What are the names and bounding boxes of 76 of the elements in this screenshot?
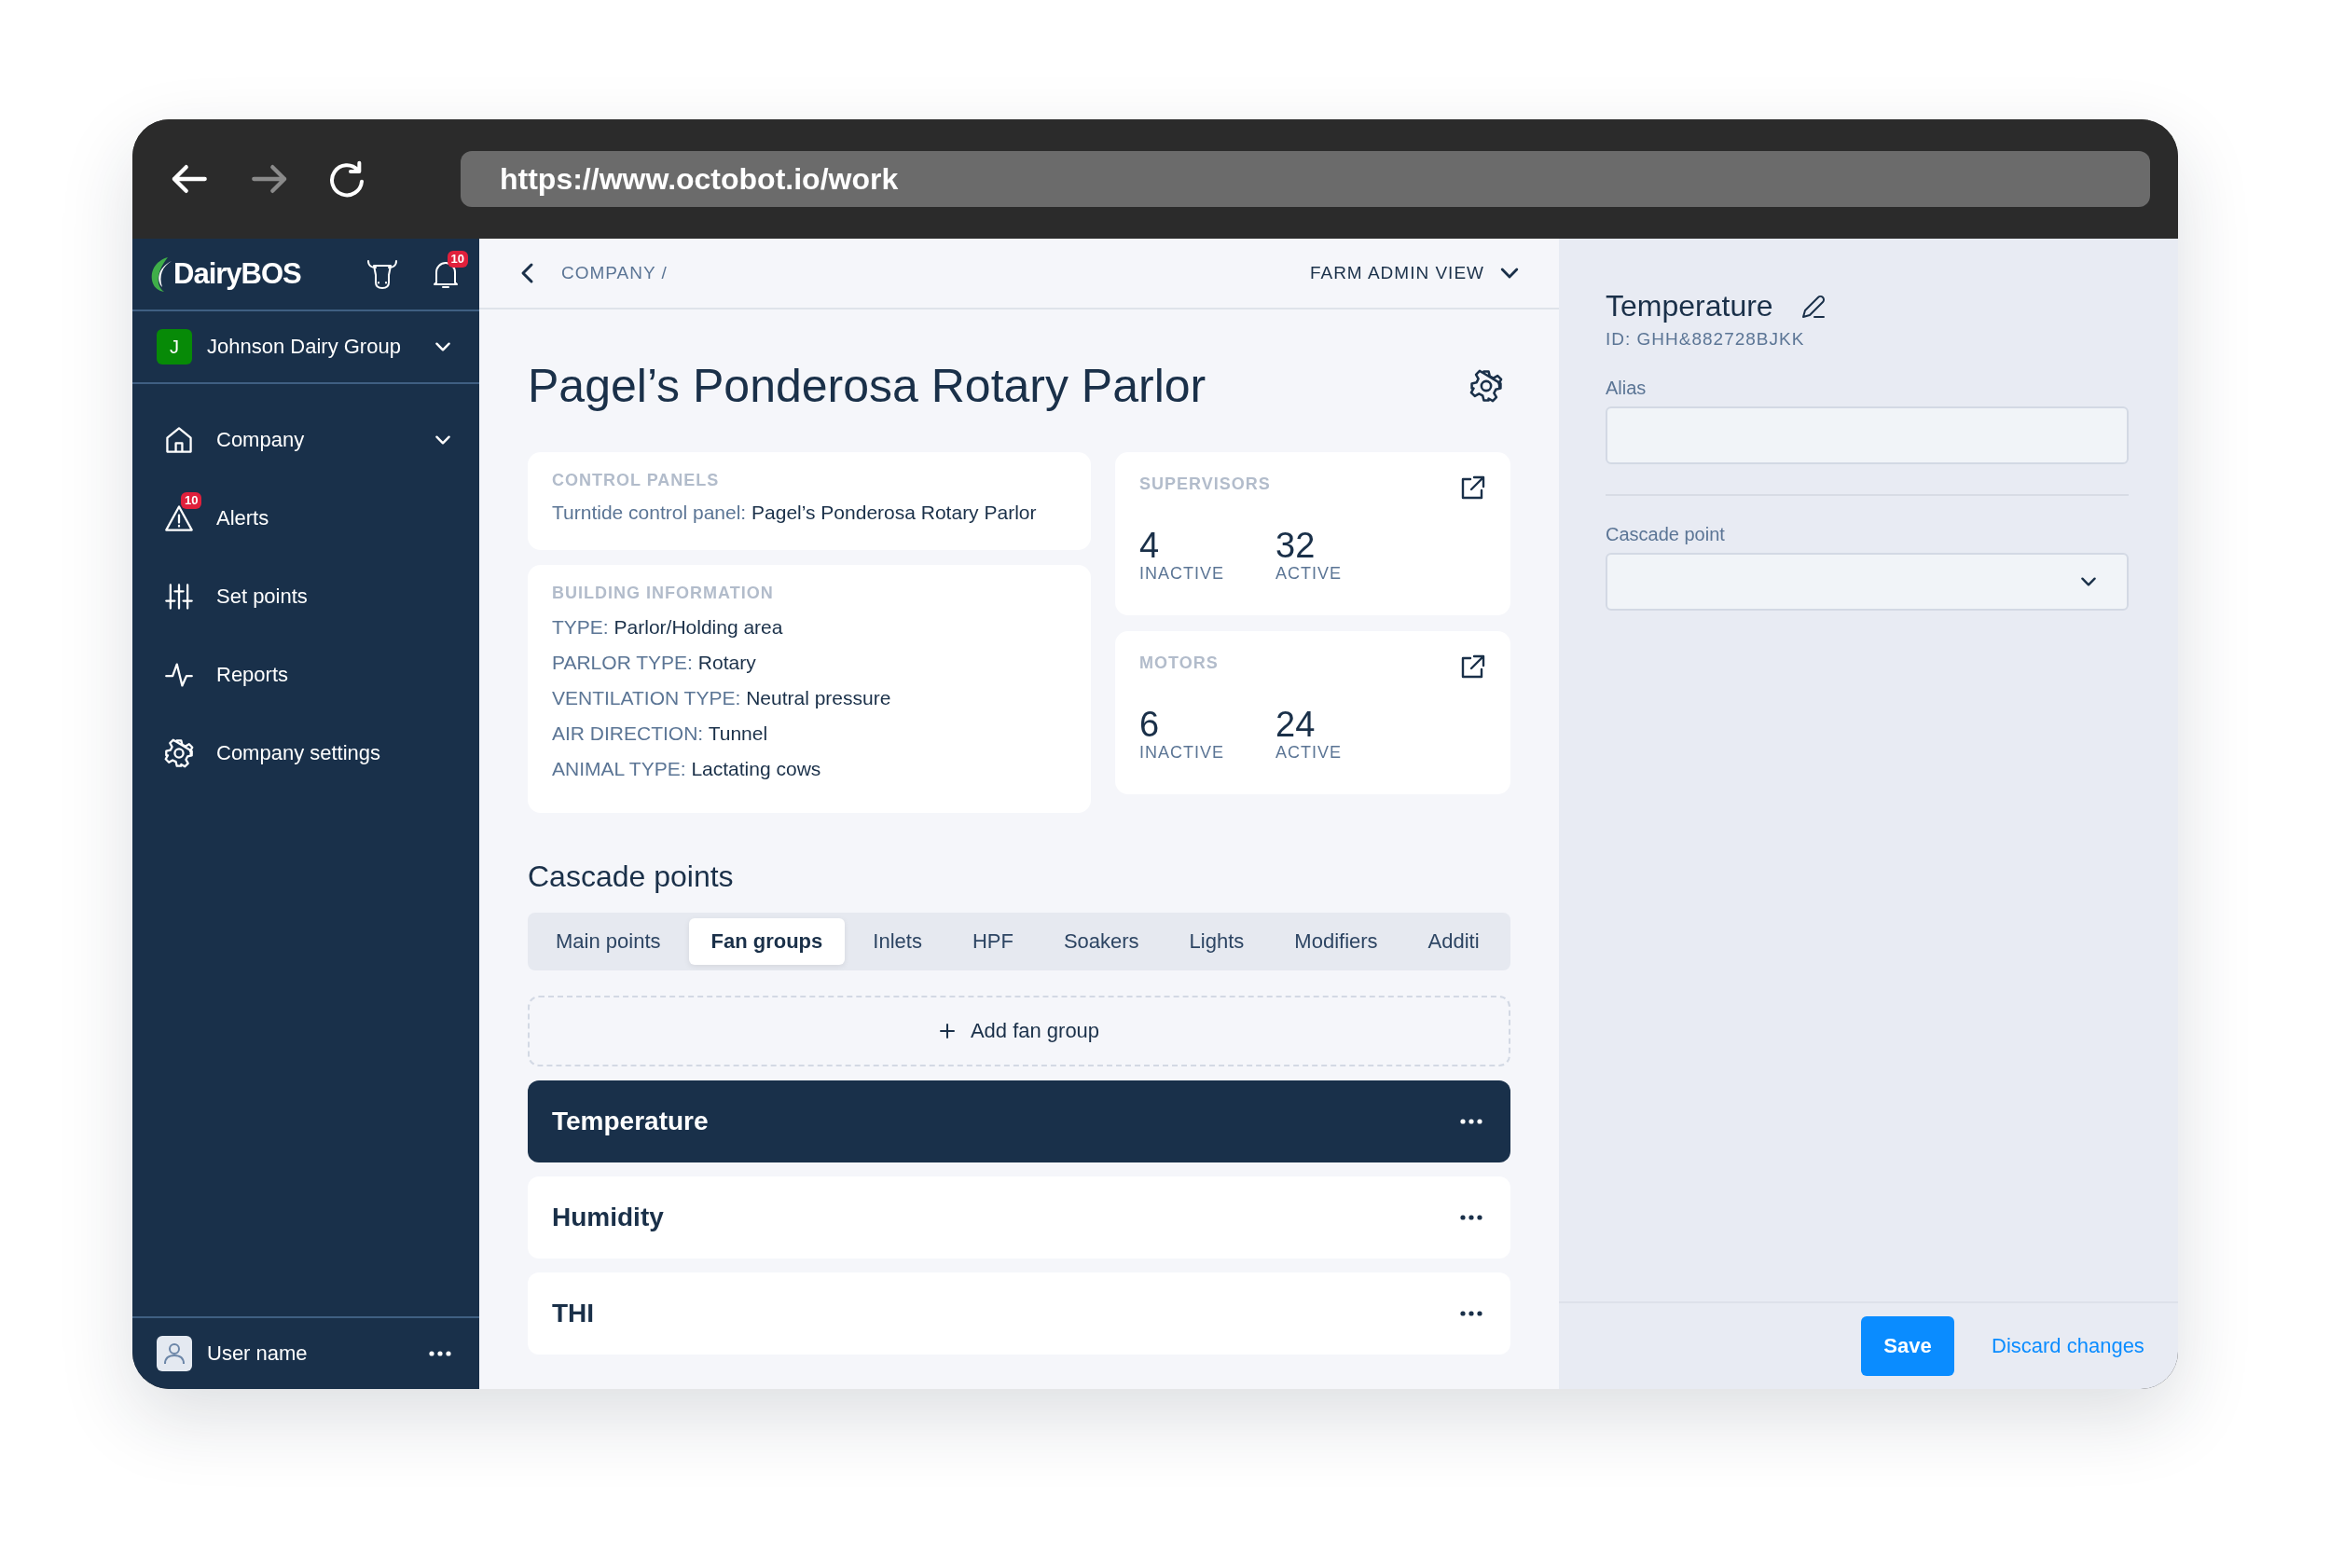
card-heading: BUILDING INFORMATION bbox=[552, 584, 775, 603]
row-title: THI bbox=[552, 1299, 595, 1328]
cow-icon[interactable] bbox=[365, 258, 399, 290]
gear-icon bbox=[164, 738, 194, 768]
tab[interactable]: Inlets bbox=[850, 918, 944, 965]
nav-label: Company bbox=[216, 428, 306, 452]
breadcrumb-link[interactable]: COMPANY / bbox=[561, 263, 668, 283]
sliders-icon bbox=[164, 582, 194, 612]
section-title: Cascade points bbox=[528, 860, 735, 894]
info-field: PARLOR TYPE: Rotary bbox=[552, 652, 1067, 674]
tab[interactable]: Soakers bbox=[1041, 918, 1162, 965]
field-label: Alias bbox=[1606, 378, 1648, 399]
dropdown-field[interactable] bbox=[1606, 553, 2129, 611]
id-label: ID: GHH&882728BJKK bbox=[1606, 329, 1806, 350]
list-row[interactable]: Temperature bbox=[528, 1080, 1510, 1162]
user-name: User name bbox=[207, 1341, 309, 1366]
user-menu[interactable]: User name bbox=[132, 1316, 479, 1389]
nav-label: Alerts bbox=[216, 506, 270, 530]
nav-label: Company settings bbox=[216, 741, 382, 765]
panel-title: Temperature bbox=[1606, 289, 1773, 323]
plus-icon bbox=[938, 1023, 956, 1039]
list-row[interactable]: Humidity bbox=[528, 1176, 1510, 1259]
warning-icon bbox=[164, 503, 194, 533]
info-field: ANIMAL TYPE: Lactating cows bbox=[552, 758, 1067, 780]
field-label: Cascade point bbox=[1606, 524, 1726, 545]
list-row[interactable]: THI bbox=[528, 1272, 1510, 1355]
stat-value: 6 bbox=[1139, 706, 1161, 743]
organization-name: Johnson Dairy Group bbox=[207, 335, 402, 359]
tab[interactable]: Lights bbox=[1166, 918, 1267, 965]
alert-count-badge: 10 bbox=[181, 492, 202, 509]
more-icon[interactable] bbox=[1460, 1311, 1482, 1316]
organization-selector[interactable]: J Johnson Dairy Group bbox=[132, 311, 479, 384]
stat-label: ACTIVE bbox=[1275, 743, 1343, 763]
stat-value: 4 bbox=[1139, 527, 1161, 564]
info-field: TYPE: Parlor/Holding area bbox=[552, 616, 1067, 639]
pulse-icon bbox=[164, 660, 194, 690]
tab[interactable]: Fan groups bbox=[688, 918, 846, 965]
nav-label: Set points bbox=[216, 585, 309, 609]
house-icon bbox=[164, 425, 194, 455]
add-button[interactable]: Add fan group bbox=[528, 996, 1510, 1066]
stat-label: INACTIVE bbox=[1139, 564, 1225, 584]
stat-label: INACTIVE bbox=[1139, 743, 1225, 763]
user-avatar-icon bbox=[157, 1336, 192, 1371]
nav-item[interactable]: Company settings bbox=[132, 714, 479, 792]
stat-label: ACTIVE bbox=[1275, 564, 1343, 584]
nav-item[interactable]: Reports bbox=[132, 636, 479, 714]
info-field: VENTILATION TYPE: Neutral pressure bbox=[552, 687, 1067, 709]
row-title: Humidity bbox=[552, 1203, 664, 1232]
more-icon[interactable] bbox=[429, 1351, 451, 1356]
card-heading: SUPERVISORS bbox=[1139, 475, 1271, 494]
url-text: https://www.octobot.io/work bbox=[500, 161, 899, 197]
info-field: AIR DIRECTION: Tunnel bbox=[552, 722, 1067, 745]
stat-value: 32 bbox=[1275, 527, 1317, 564]
card-heading: MOTORS bbox=[1139, 653, 1219, 673]
text-field[interactable] bbox=[1606, 406, 2129, 464]
tab[interactable]: Main points bbox=[533, 918, 683, 965]
notification-badge: 10 bbox=[447, 251, 468, 268]
control-panel-info: Turntide control panel: Pagel’s Ponderosa Rotary Parlor bbox=[552, 502, 1038, 524]
nav-item[interactable]: 10 Alerts bbox=[132, 479, 479, 557]
more-icon[interactable] bbox=[1460, 1215, 1482, 1220]
card-heading: CONTROL PANELS bbox=[552, 471, 721, 490]
settings-icon[interactable] bbox=[1469, 369, 1503, 403]
address-bar[interactable]: https://www.octobot.io/work bbox=[461, 151, 2150, 207]
nav-item[interactable]: Company bbox=[132, 401, 479, 479]
tab[interactable]: HPF bbox=[949, 918, 1036, 965]
page-title: Pagel’s Ponderosa Rotary Parlor bbox=[528, 359, 1206, 413]
stat-value: 24 bbox=[1275, 706, 1317, 743]
more-icon[interactable] bbox=[1460, 1119, 1482, 1124]
tab[interactable]: Additi bbox=[1405, 918, 1502, 965]
nav-item[interactable]: Set points bbox=[132, 557, 479, 636]
logo-text: DairyBOS bbox=[173, 257, 301, 291]
nav-label: Reports bbox=[216, 663, 290, 687]
tab[interactable]: Modifiers bbox=[1272, 918, 1400, 965]
organization-avatar: J bbox=[157, 329, 192, 364]
view-dropdown[interactable]: FARM ADMIN VIEW bbox=[1309, 261, 1522, 285]
row-title: Temperature bbox=[552, 1107, 709, 1136]
